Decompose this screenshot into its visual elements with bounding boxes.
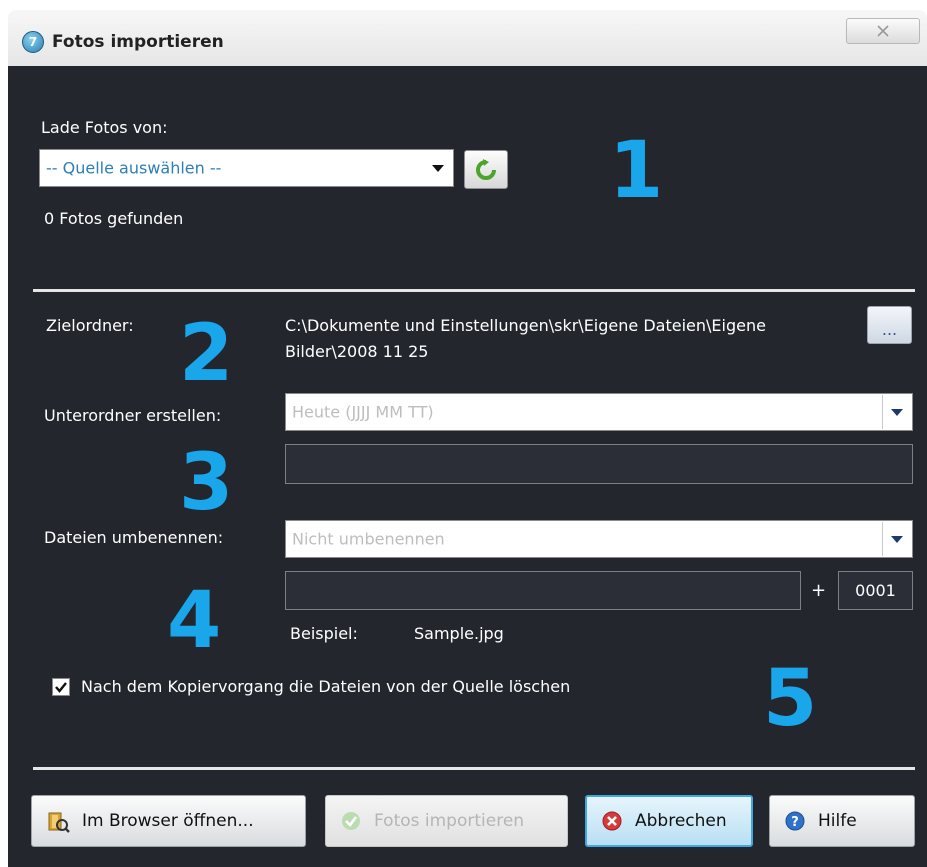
close-icon [877, 25, 889, 37]
counter-value: 0001 [855, 581, 896, 600]
cancel-button[interactable]: Abbrechen [585, 795, 753, 847]
open-in-browser-label: Im Browser öffnen... [82, 811, 254, 831]
rename-prefix-input[interactable] [285, 571, 801, 610]
chevron-down-icon [424, 151, 452, 185]
app-icon-glyph: 7 [28, 35, 38, 49]
annotation-1: 1 [609, 126, 664, 216]
destination-path-line1: C:\Dokumente und Einstellungen\skr\Eigen… [285, 316, 766, 335]
help-label: Hilfe [818, 811, 857, 831]
cancel-label: Abbrechen [635, 811, 727, 831]
separator [33, 289, 915, 292]
window-title: Fotos importieren [52, 32, 224, 52]
separator [33, 767, 915, 770]
counter-input[interactable]: 0001 [838, 571, 913, 610]
import-photos-label: Fotos importieren [374, 811, 525, 831]
delete-after-copy-checkbox[interactable] [52, 678, 70, 696]
delete-after-copy-label: Nach dem Kopiervorgang die Dateien von d… [81, 677, 571, 696]
folder-icon [46, 809, 70, 833]
source-label: Lade Fotos von: [41, 118, 168, 137]
example-label: Beispiel: [290, 624, 358, 643]
check-circle-icon [340, 810, 362, 832]
photos-found-text: 0 Fotos gefunden [44, 209, 184, 228]
close-button[interactable] [846, 18, 920, 44]
plus-sign: + [811, 580, 827, 601]
rename-select[interactable]: Nicht umbenennen [285, 520, 913, 558]
chevron-down-icon [882, 395, 911, 429]
checkmark-icon [55, 682, 67, 693]
example-value: Sample.jpg [414, 624, 504, 643]
subfolder-select-value: Heute (JJJJ MM TT) [292, 402, 434, 422]
annotation-3: 3 [179, 438, 234, 528]
open-in-browser-button[interactable]: Im Browser öffnen... [31, 795, 306, 847]
help-icon: ? [784, 810, 806, 832]
source-select-value: -- Quelle auswählen -- [46, 158, 222, 178]
app-icon: 7 [22, 31, 44, 53]
cancel-icon [601, 810, 623, 832]
svg-text:?: ? [791, 815, 799, 830]
subfolder-select[interactable]: Heute (JJJJ MM TT) [285, 393, 913, 431]
refresh-button[interactable] [464, 150, 508, 189]
browse-folder-button[interactable]: ... [867, 306, 912, 344]
rename-select-value: Nicht umbenennen [292, 529, 445, 549]
subfolder-custom-input[interactable] [285, 444, 913, 484]
rename-label: Dateien umbenennen: [44, 528, 224, 547]
source-select[interactable]: -- Quelle auswählen -- [39, 149, 454, 187]
destination-label: Zielordner: [46, 316, 134, 335]
annotation-2: 2 [179, 309, 234, 399]
refresh-icon [476, 158, 496, 180]
destination-path-line2: Bilder\2008 11 25 [285, 342, 429, 361]
import-photos-button[interactable]: Fotos importieren [325, 795, 568, 847]
chevron-down-icon [882, 522, 911, 556]
subfolder-label: Unterordner erstellen: [44, 406, 222, 425]
help-button[interactable]: ? Hilfe [769, 795, 915, 847]
annotation-5: 5 [763, 654, 818, 744]
annotation-4: 4 [167, 576, 222, 666]
